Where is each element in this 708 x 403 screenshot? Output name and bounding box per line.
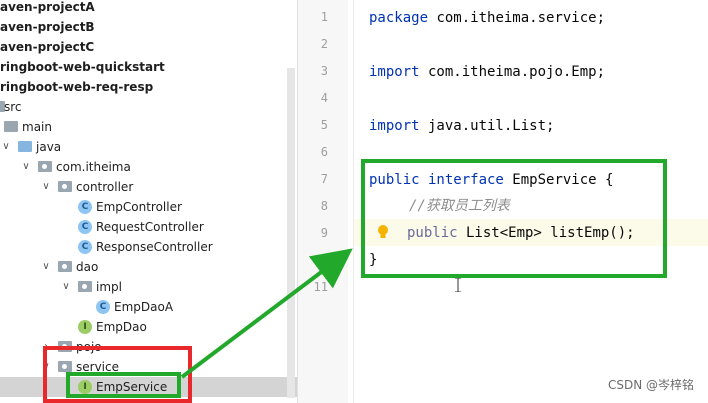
annotation-arrow [180,248,353,379]
watermark: CSDN @岑梓铭 [607,378,694,392]
